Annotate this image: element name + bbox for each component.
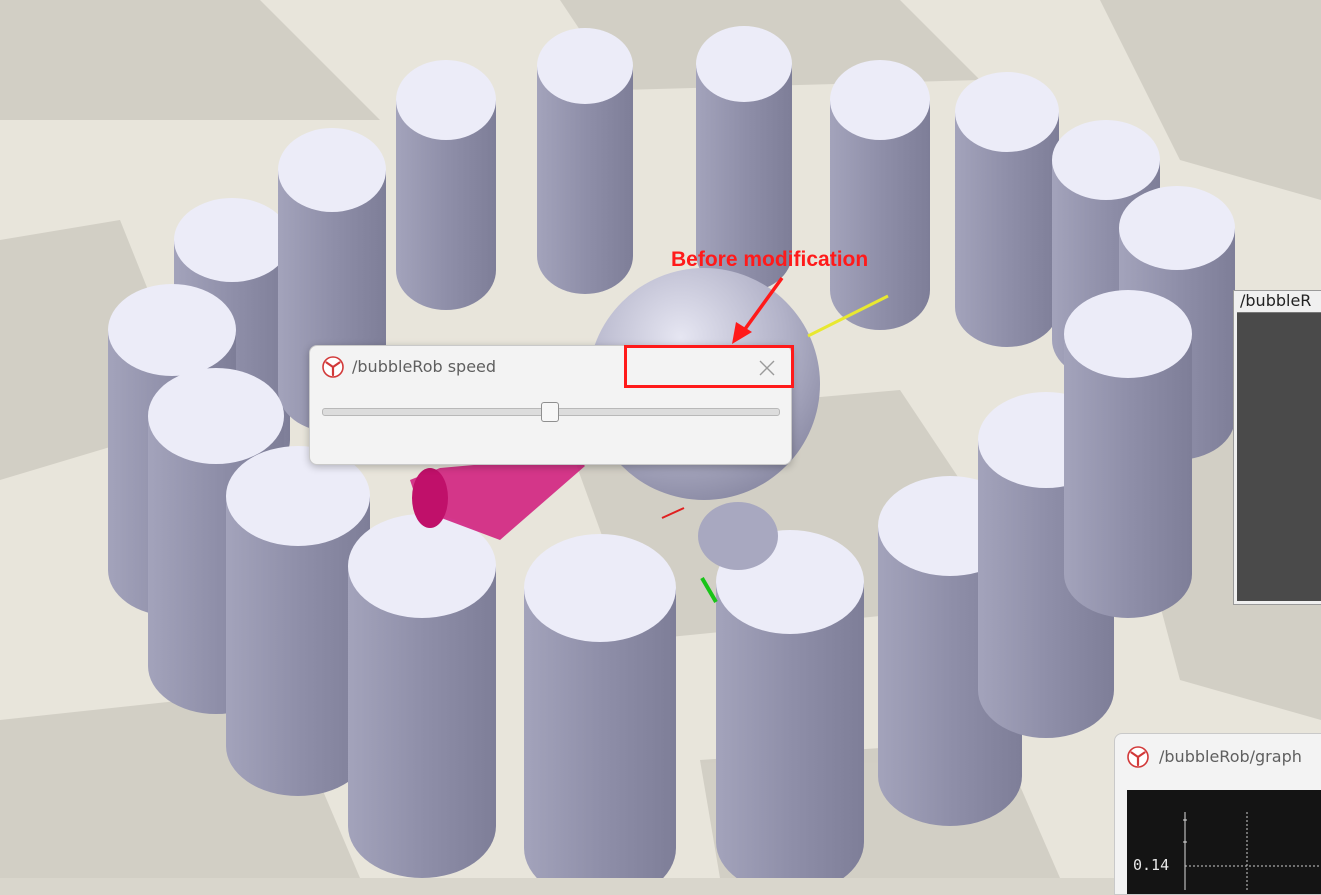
cylinder-top	[955, 72, 1059, 152]
graph-window-title: /bubbleRob/graph	[1159, 747, 1302, 766]
cylinder-top	[278, 128, 386, 212]
robot-wheel	[698, 502, 778, 570]
annotation-arrow-icon	[732, 276, 784, 344]
app-logo-icon	[1127, 746, 1149, 768]
cylinder-top	[148, 368, 284, 464]
side-window-title: /bubbleR	[1240, 291, 1312, 310]
annotation-highlight-box	[624, 345, 794, 388]
cylinder-top	[696, 26, 792, 102]
cylinder-top	[1064, 290, 1192, 378]
graph-gridlines	[1183, 812, 1321, 890]
cylinder-top	[830, 60, 930, 140]
cylinder-top	[1119, 186, 1235, 270]
side-window-body	[1237, 312, 1321, 601]
annotation-label: Before modification	[671, 248, 869, 271]
speed-slider-handle[interactable]	[541, 402, 559, 422]
cylinder-top	[108, 284, 236, 376]
side-window[interactable]: /bubbleR	[1233, 290, 1321, 605]
cylinder-top	[174, 198, 290, 282]
graph-window[interactable]: /bubbleRob/graph 0.14	[1114, 733, 1321, 895]
graph-plot-area[interactable]: 0.14	[1127, 790, 1321, 894]
cylinder-top	[537, 28, 633, 104]
cylinder-top	[396, 60, 496, 140]
cylinder-top	[524, 534, 676, 642]
app-logo-icon	[322, 356, 344, 378]
cylinder-top	[1052, 120, 1160, 200]
speed-dialog-title: /bubbleRob speed	[352, 357, 497, 376]
